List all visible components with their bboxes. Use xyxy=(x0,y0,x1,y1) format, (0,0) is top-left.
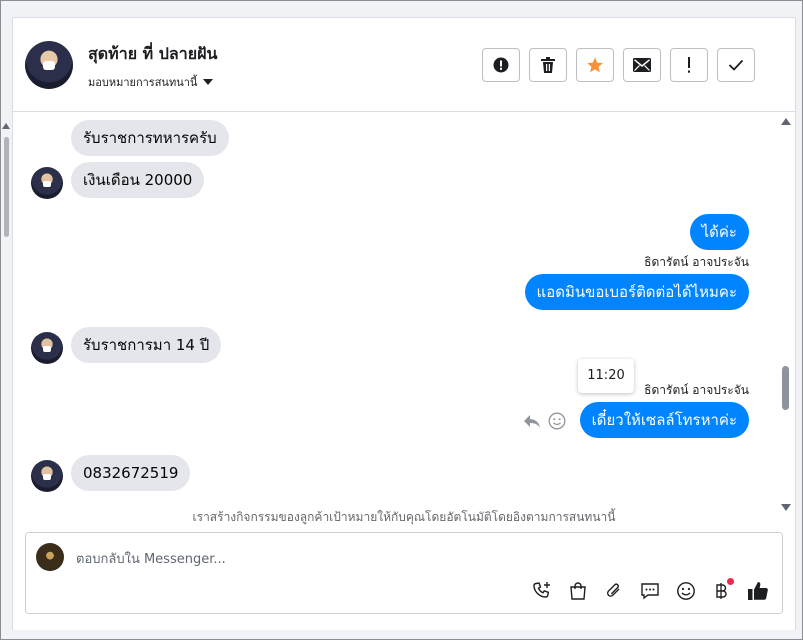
contact-name[interactable]: สุดท้าย ที่ ปลายฝัน xyxy=(88,42,217,67)
assign-conversation-dropdown[interactable]: มอบหมายการสนทนานี้ xyxy=(88,73,214,91)
phone-add-icon xyxy=(533,582,550,598)
assign-label: มอบหมายการสนทนานี้ xyxy=(88,76,198,89)
incoming-message[interactable]: รับราชการทหารครับ xyxy=(71,120,229,156)
thread-scrollbar[interactable] xyxy=(779,114,793,516)
delete-button[interactable] xyxy=(529,48,567,82)
timestamp-tooltip: 11:20 xyxy=(578,359,634,393)
paperclip-icon xyxy=(607,583,620,597)
contact-avatar-small[interactable] xyxy=(31,332,63,364)
outgoing-message[interactable]: แอดมินขอเบอร์ติดต่อได้ไหมคะ xyxy=(524,274,749,310)
contact-avatar-small[interactable] xyxy=(31,460,63,492)
scroll-up-arrow-icon[interactable] xyxy=(2,123,10,129)
smiley-icon xyxy=(677,582,695,600)
spam-button[interactable] xyxy=(482,48,520,82)
thumbs-up-icon xyxy=(748,582,768,600)
mark-done-button[interactable] xyxy=(717,48,755,82)
attach-button[interactable] xyxy=(602,579,626,603)
reply-input[interactable]: ตอบกลับใน Messenger... xyxy=(76,548,226,569)
left-scrollbar[interactable] xyxy=(1,119,11,239)
envelope-icon xyxy=(633,58,651,72)
mark-unread-button[interactable] xyxy=(623,48,661,82)
react-smiley-icon[interactable] xyxy=(548,412,566,430)
saved-reply-button[interactable] xyxy=(638,579,662,603)
lead-activity-notice: เราสร้างกิจกรรมของลูกค้าเป้าหมายให้กับคุ… xyxy=(192,510,616,524)
scroll-down-arrow-icon[interactable] xyxy=(781,504,791,511)
contact-avatar[interactable] xyxy=(25,41,73,89)
incoming-message[interactable]: เงินเดือน 20000 xyxy=(71,162,205,198)
incoming-message[interactable]: รับราชการมา 14 ปี xyxy=(71,327,222,363)
left-scroll-thumb[interactable] xyxy=(4,137,9,237)
caret-down-icon xyxy=(203,79,214,85)
window-frame: สุดท้าย ที่ ปลายฝัน มอบหมายการสนทนานี้ ร… xyxy=(0,0,803,640)
scroll-up-arrow-icon[interactable] xyxy=(781,118,791,125)
emoji-button[interactable] xyxy=(674,579,698,603)
alert-circle-icon xyxy=(493,57,509,73)
sender-name: ธิดารัตน์ อาจประจัน xyxy=(644,255,749,269)
page-avatar xyxy=(36,543,64,571)
contact-avatar-small[interactable] xyxy=(31,167,63,199)
trash-icon xyxy=(541,56,555,73)
outgoing-message[interactable]: เดี๋ยวให้เซลล์โทรหาค่ะ xyxy=(579,402,749,438)
notification-dot xyxy=(727,578,734,585)
sender-name: ธิดารัตน์ อาจประจัน xyxy=(644,383,749,397)
reply-icon[interactable] xyxy=(523,414,541,430)
conversation-header: สุดท้าย ที่ ปลายฝัน มอบหมายการสนทนานี้ xyxy=(13,18,795,112)
call-button[interactable] xyxy=(530,579,554,603)
shop-button[interactable] xyxy=(566,579,590,603)
scroll-thumb[interactable] xyxy=(782,366,789,410)
payment-button[interactable] xyxy=(710,578,734,603)
exclamation-icon xyxy=(688,57,690,73)
conversation-toolbar xyxy=(482,48,755,82)
chat-bubble-icon xyxy=(641,583,659,600)
outgoing-message[interactable]: ได้ค่ะ xyxy=(689,214,749,250)
like-button[interactable] xyxy=(746,579,770,603)
composer-toolbar xyxy=(530,578,770,603)
follow-up-button[interactable] xyxy=(670,48,708,82)
star-button[interactable] xyxy=(576,48,614,82)
incoming-message[interactable]: 0832672519 xyxy=(71,455,191,491)
star-icon xyxy=(587,57,603,73)
reply-composer[interactable]: ตอบกลับใน Messenger... xyxy=(25,532,783,614)
check-icon xyxy=(728,59,744,71)
shopping-bag-icon xyxy=(570,582,586,600)
message-thread[interactable]: รับราชการทหารครับ เงินเดือน 20000 ได้ค่ะ… xyxy=(13,112,795,532)
conversation-panel: สุดท้าย ที่ ปลายฝัน มอบหมายการสนทนานี้ ร… xyxy=(12,17,796,630)
